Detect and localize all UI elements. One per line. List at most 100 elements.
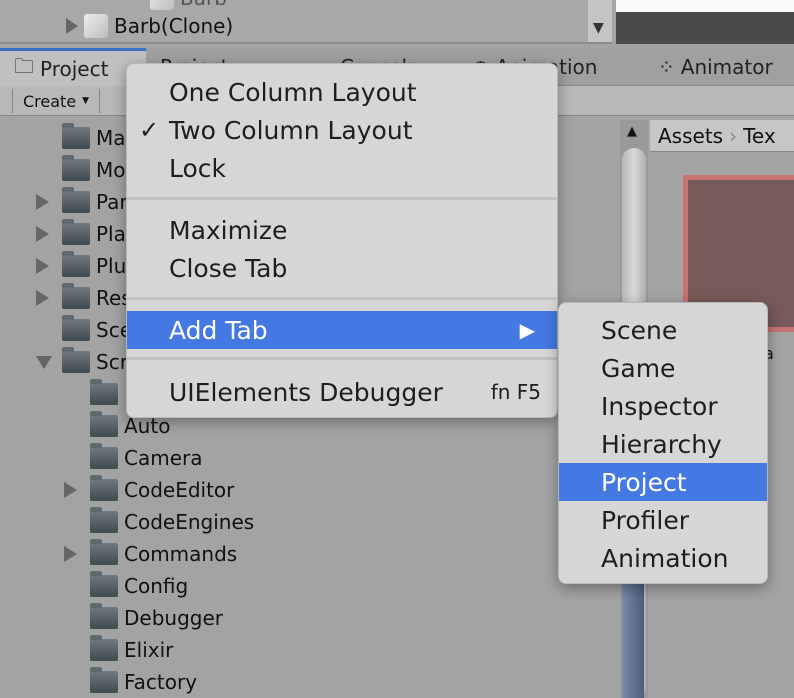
menu-item-one-column-layout[interactable]: One Column Layout — [127, 73, 557, 111]
tab-project[interactable]: 🗀 Project — [0, 48, 146, 86]
menu-item-uielements-debugger[interactable]: UIElements Debugger fn F5 — [127, 373, 557, 411]
folder-icon — [62, 347, 90, 373]
breadcrumb: Assets › Tex — [650, 120, 794, 152]
folder-tree-item[interactable]: Ma — [62, 122, 126, 154]
menu-label: Add Tab — [169, 315, 268, 345]
folder-tree-item[interactable]: Elixir — [90, 634, 173, 666]
menu-item-lock[interactable]: Lock — [127, 149, 557, 187]
menu-label: UIElements Debugger — [169, 377, 443, 407]
folder-icon — [62, 219, 90, 245]
folder-tree-item[interactable]: Factory — [90, 666, 197, 698]
tab-animator[interactable]: ⁘ Animator — [658, 48, 773, 86]
folder-label: CodeEngines — [124, 510, 255, 534]
menu-item-two-column-layout[interactable]: ✓ Two Column Layout — [127, 111, 557, 149]
folder-icon — [90, 603, 118, 629]
create-label: Create — [23, 91, 77, 111]
folder-icon — [90, 507, 118, 533]
folder-label: Commands — [124, 542, 238, 566]
folder-tree-item[interactable]: Plu — [36, 250, 127, 282]
submenu-item-game[interactable]: Game — [559, 349, 767, 387]
folder-label: Mo — [96, 158, 126, 182]
folder-tree-item[interactable]: CodeEditor — [64, 474, 235, 506]
folder-icon — [90, 379, 118, 405]
scroll-down-icon[interactable]: ▼ — [593, 20, 604, 36]
folder-tree-item[interactable] — [90, 378, 124, 410]
scene-view-fragment — [616, 0, 794, 44]
expand-arrow-icon[interactable] — [36, 290, 49, 306]
expand-arrow-icon[interactable] — [36, 194, 49, 210]
submenu-item-animation[interactable]: Animation — [559, 539, 767, 577]
folder-tree-item[interactable]: Res — [36, 282, 132, 314]
menu-label: Profiler — [601, 505, 690, 535]
hierarchy-scrollbar[interactable]: ▼ — [588, 0, 612, 42]
expand-arrow-icon[interactable] — [64, 482, 77, 498]
menu-label: Animation — [601, 543, 729, 573]
folder-icon — [90, 635, 118, 661]
expand-arrow-icon[interactable] — [64, 546, 77, 562]
menu-label: Project — [601, 467, 687, 497]
menu-item-close-tab[interactable]: Close Tab — [127, 249, 557, 287]
gameobject-icon — [150, 0, 174, 10]
menu-separator — [127, 197, 557, 200]
submenu-item-project[interactable]: Project — [559, 463, 767, 501]
folder-tree-item[interactable]: Scr — [36, 346, 128, 378]
menu-label: Game — [601, 353, 676, 383]
item-label: Barb — [180, 0, 227, 10]
folder-tree-item[interactable]: Camera — [90, 442, 203, 474]
folder-label: Config — [124, 574, 189, 598]
folder-tree-item[interactable]: Mo — [62, 154, 126, 186]
breadcrumb-assets[interactable]: Assets — [658, 124, 723, 148]
folder-label: CodeEditor — [124, 478, 235, 502]
menu-item-add-tab[interactable]: Add Tab ▶ — [127, 311, 557, 349]
folder-label: Camera — [124, 446, 203, 470]
expand-arrow-icon[interactable] — [66, 18, 78, 34]
folder-icon — [62, 315, 90, 341]
expand-arrow-icon[interactable] — [36, 258, 49, 274]
folder-label: Plu — [96, 254, 127, 278]
folder-icon — [62, 283, 90, 309]
folder-icon — [90, 667, 118, 693]
menu-label: Hierarchy — [601, 429, 722, 459]
folder-icon — [90, 539, 118, 565]
menu-label: Close Tab — [169, 253, 288, 283]
submenu-arrow-icon: ▶ — [519, 318, 535, 342]
gameobject-icon — [84, 14, 108, 38]
tab-label: Animator — [680, 55, 773, 79]
hierarchy-item-barb-clone[interactable]: Barb(Clone) — [66, 14, 233, 38]
tab-label: Project — [40, 56, 109, 81]
context-menu: One Column Layout ✓ Two Column Layout Loc… — [126, 63, 558, 418]
hierarchy-panel: Barb Barb(Clone) — [0, 0, 612, 44]
menu-item-maximize[interactable]: Maximize — [127, 211, 557, 249]
folder-tree-item[interactable]: Config — [90, 570, 188, 602]
item-label: Barb(Clone) — [114, 14, 234, 38]
folder-tree-item[interactable]: Sce — [62, 314, 132, 346]
expand-arrow-icon[interactable] — [36, 226, 49, 242]
scroll-up-icon[interactable]: ▲ — [627, 124, 637, 139]
menu-shortcut: fn F5 — [490, 380, 541, 404]
folder-tree-item[interactable]: Debugger — [90, 602, 223, 634]
expand-arrow-icon[interactable] — [36, 355, 52, 369]
submenu-item-scene[interactable]: Scene — [559, 311, 767, 349]
folder-label: Par — [96, 190, 128, 214]
create-button[interactable]: Create ▼ — [12, 89, 101, 113]
breadcrumb-textures[interactable]: Tex — [743, 124, 776, 148]
folder-label: Elixir — [124, 638, 174, 662]
folder-tree-item[interactable]: Pla — [36, 218, 126, 250]
folder-tree-item[interactable]: CodeEngines — [90, 506, 254, 538]
folder-label: Scr — [96, 350, 128, 374]
folder-tree-item[interactable]: Par — [36, 186, 128, 218]
folder-icon — [90, 411, 118, 437]
folder-tree-item[interactable]: Commands — [64, 538, 238, 570]
folder-icon — [62, 187, 90, 213]
hierarchy-item[interactable]: Barb — [150, 0, 227, 10]
menu-label: Inspector — [601, 391, 718, 421]
folder-icon — [90, 475, 118, 501]
chevron-right-icon: › — [729, 123, 738, 148]
submenu-item-profiler[interactable]: Profiler — [559, 501, 767, 539]
submenu-item-hierarchy[interactable]: Hierarchy — [559, 425, 767, 463]
submenu-item-inspector[interactable]: Inspector — [559, 387, 767, 425]
folder-icon — [62, 123, 90, 149]
scrollbar-track-fill — [622, 580, 644, 698]
menu-label: Two Column Layout — [169, 115, 413, 145]
dropdown-arrow-icon: ▼ — [82, 96, 90, 106]
